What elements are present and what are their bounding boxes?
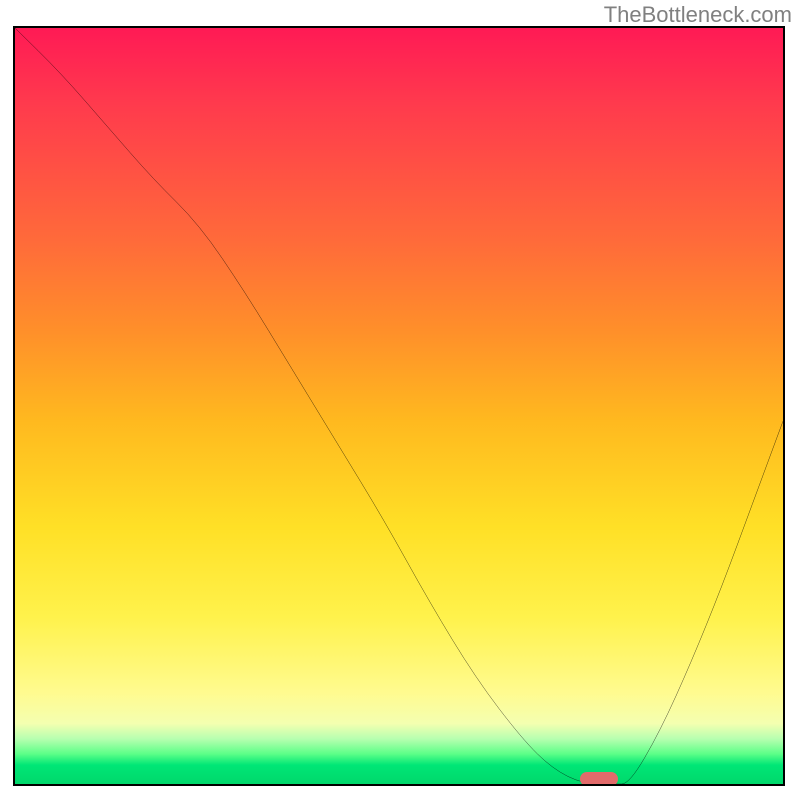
bottleneck-curve-svg — [15, 28, 783, 784]
chart-stage: TheBottleneck.com — [0, 0, 800, 800]
watermark-text: TheBottleneck.com — [604, 2, 792, 28]
optimal-marker — [580, 772, 618, 786]
plot-area — [13, 26, 785, 786]
bottleneck-curve-path — [15, 28, 783, 784]
